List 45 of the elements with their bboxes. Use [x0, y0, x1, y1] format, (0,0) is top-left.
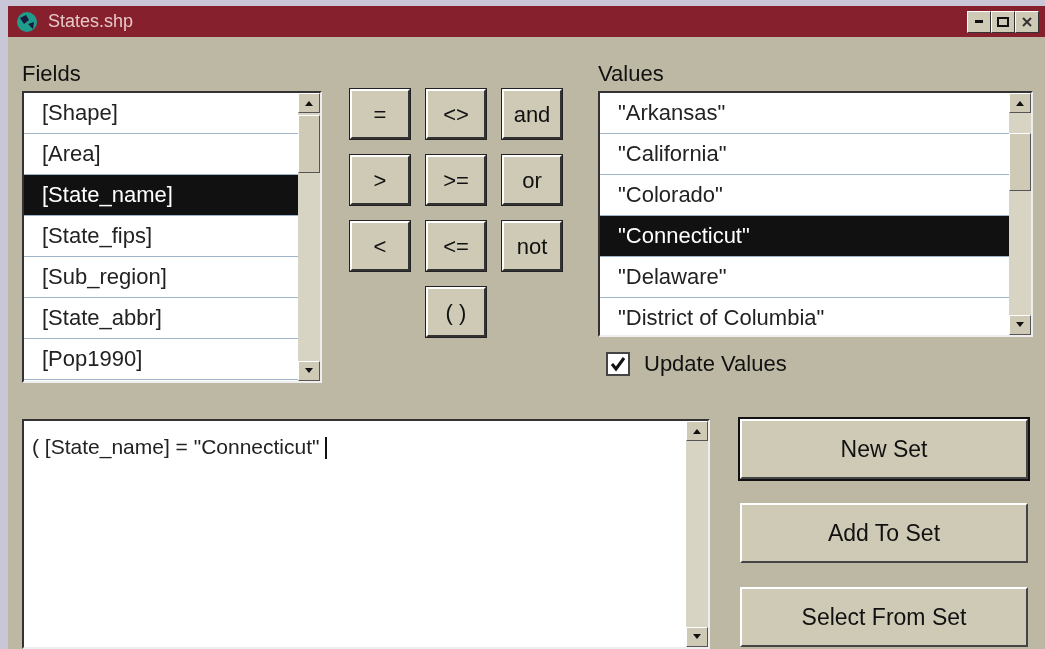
list-item[interactable]: [State_name] [24, 175, 298, 217]
action-button[interactable]: Add To Set [740, 503, 1028, 563]
up-arrow-icon [693, 428, 701, 434]
operator-button[interactable]: and [502, 89, 562, 140]
down-arrow-icon [1016, 322, 1024, 329]
window-title: States.shp [48, 10, 134, 34]
operator-button[interactable]: or [502, 155, 562, 206]
scrollbar[interactable] [298, 93, 320, 382]
operator-button[interactable]: <> [426, 89, 486, 140]
scrollbar-thumb[interactable] [1009, 133, 1031, 192]
text-cursor [325, 437, 328, 460]
values-label: Values [598, 63, 665, 86]
fields-list[interactable]: [Shape] [Area] [State_name] [State_fips] [Sub_region] [State_abbr] [Pop1990] [22, 91, 322, 384]
scrollbar[interactable] [1009, 93, 1031, 336]
close-icon [1021, 15, 1033, 28]
up-arrow-icon [305, 100, 313, 107]
fields-label: Fields [22, 63, 82, 86]
up-arrow-icon [1016, 100, 1024, 107]
operator-button[interactable]: >= [426, 155, 486, 206]
list-item[interactable]: "Delaware" [600, 257, 1009, 299]
operator-button[interactable]: > [350, 155, 410, 206]
update-values-checkbox[interactable] [606, 351, 630, 376]
minimize-button[interactable] [967, 10, 991, 33]
minimize-icon [975, 20, 983, 24]
list-item[interactable]: "Connecticut" [600, 216, 1009, 258]
down-arrow-icon [693, 634, 701, 640]
action-button[interactable]: New Set [740, 419, 1028, 479]
update-values-label: Update Values [644, 350, 787, 379]
action-button[interactable]: Select From Set [740, 587, 1028, 647]
maximize-button[interactable] [991, 10, 1015, 33]
query-text: ( [State_name] = "Connecticut" [32, 435, 320, 458]
close-button[interactable] [1015, 10, 1039, 33]
operator-button[interactable]: = [350, 89, 410, 140]
operator-button[interactable]: <= [426, 221, 486, 272]
operator-button[interactable]: < [350, 221, 410, 272]
list-item[interactable]: "Arkansas" [600, 93, 1009, 135]
maximize-icon [997, 16, 1009, 27]
scrollbar-thumb[interactable] [298, 115, 320, 174]
operator-button[interactable]: not [502, 221, 562, 272]
values-list[interactable]: "Arkansas" "California" "Colorado" "Connecticut" "Delaware" "District of Columbia" [598, 91, 1033, 338]
operator-button[interactable]: ( ) [426, 287, 486, 338]
query-field[interactable]: ( [State_name] = "Connecticut" [22, 419, 710, 649]
down-arrow-icon [305, 368, 313, 375]
list-item[interactable]: "California" [600, 134, 1009, 176]
globe-icon [14, 9, 40, 34]
